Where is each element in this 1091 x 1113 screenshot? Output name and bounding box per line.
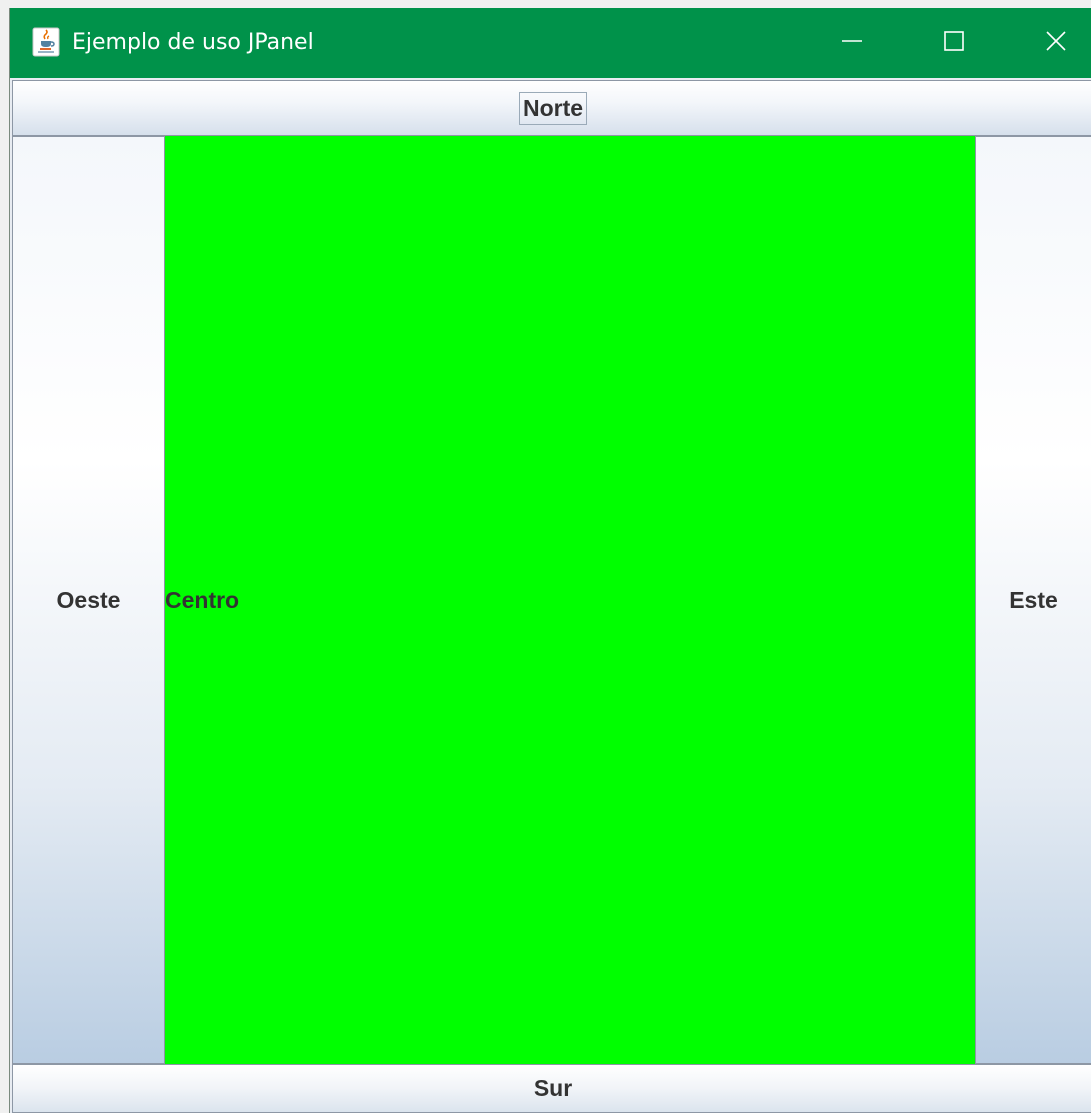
centro-panel: Centro — [165, 136, 975, 1064]
oeste-button[interactable]: Oeste — [12, 136, 165, 1064]
centro-label: Centro — [165, 587, 240, 613]
sur-label: Sur — [533, 1075, 573, 1101]
maximize-icon — [943, 30, 965, 57]
minimize-icon — [841, 30, 863, 57]
close-button[interactable] — [1022, 8, 1090, 78]
maximize-button[interactable] — [920, 8, 988, 78]
app-window: Ejemplo de uso JPanel Norte Oeste Centro… — [9, 8, 1091, 1113]
oeste-label: Oeste — [56, 586, 121, 613]
content-pane: Norte Oeste Centro Este Sur — [10, 78, 1091, 1113]
minimize-button[interactable] — [818, 8, 886, 78]
window-title: Ejemplo de uso JPanel — [72, 30, 314, 55]
norte-button[interactable]: Norte — [12, 80, 1091, 136]
este-label: Este — [1009, 586, 1058, 613]
norte-label: Norte — [518, 91, 588, 125]
sur-button[interactable]: Sur — [12, 1064, 1091, 1113]
java-coffee-icon[interactable] — [32, 27, 60, 57]
title-bar[interactable]: Ejemplo de uso JPanel — [10, 8, 1091, 78]
close-icon — [1045, 30, 1067, 57]
este-button[interactable]: Este — [975, 136, 1091, 1064]
